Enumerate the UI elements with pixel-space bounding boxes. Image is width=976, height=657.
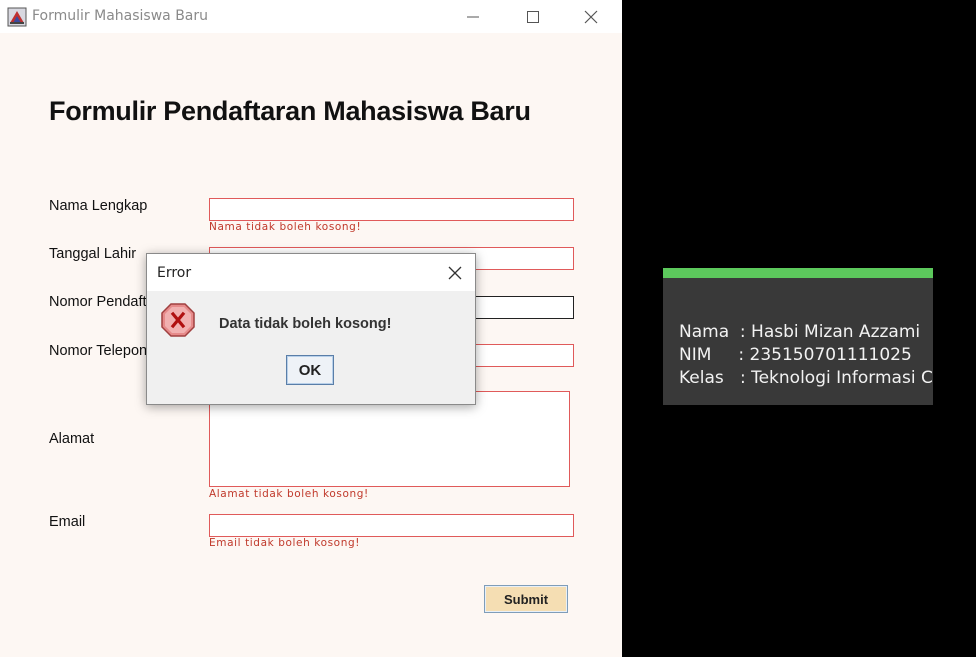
label-email: Email <box>49 514 86 530</box>
dialog-title: Error <box>157 265 192 281</box>
dialog-message: Data tidak boleh kosong! <box>219 316 392 332</box>
close-icon <box>448 266 462 280</box>
label-nama-lengkap: Nama Lengkap <box>49 198 148 214</box>
email-error: Email tidak boleh kosong! <box>209 537 361 549</box>
window-title: Formulir Mahasiswa Baru <box>32 8 209 24</box>
alamat-error: Alamat tidak boleh kosong! <box>209 488 369 500</box>
email-input[interactable] <box>209 514 574 537</box>
error-x-icon <box>160 302 196 338</box>
error-dialog: Error Data tidak boleh kosong! OK <box>146 253 476 405</box>
alamat-textarea[interactable] <box>209 391 570 487</box>
dialog-close-button[interactable] <box>441 259 469 287</box>
dialog-title-bar: Error <box>147 254 475 291</box>
maximize-button[interactable] <box>510 0 556 33</box>
java-app-icon <box>7 7 27 27</box>
maximize-icon <box>527 10 539 23</box>
main-window: Formulir Mahasiswa Baru Formulir Pendaft… <box>0 0 622 657</box>
info-nim: NIM : 235150701111025 <box>679 345 912 365</box>
close-button[interactable] <box>568 0 614 33</box>
info-kelas: Kelas : Teknologi Informasi C <box>679 368 933 388</box>
minimize-button[interactable] <box>450 0 496 33</box>
label-tanggal-lahir: Tanggal Lahir <box>49 246 137 262</box>
card-accent-bar <box>663 268 933 278</box>
minimize-icon <box>467 16 479 17</box>
ok-button[interactable]: OK <box>286 355 334 385</box>
close-icon <box>584 10 598 23</box>
title-bar: Formulir Mahasiswa Baru <box>0 0 622 33</box>
page-title: Formulir Pendaftaran Mahasiswa Baru <box>49 96 531 126</box>
nama-error: Nama tidak boleh kosong! <box>209 221 362 233</box>
nama-lengkap-input[interactable] <box>209 198 574 221</box>
submit-button[interactable]: Submit <box>484 585 568 613</box>
student-info-card: Nama : Hasbi Mizan Azzami NIM : 23515070… <box>663 268 933 405</box>
label-alamat: Alamat <box>49 431 95 447</box>
label-nomor-telepon: Nomor Telepon <box>49 343 148 359</box>
info-nama: Nama : Hasbi Mizan Azzami <box>679 322 921 342</box>
